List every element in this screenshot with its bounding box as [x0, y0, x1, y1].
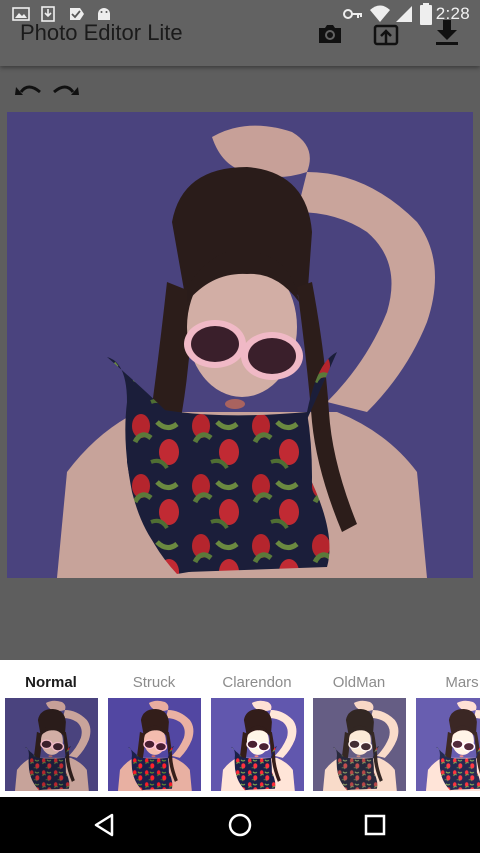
- filter-thumbnail: [211, 698, 304, 791]
- vpn-key-icon: [343, 9, 362, 19]
- image-icon: [12, 7, 30, 21]
- battery-icon: [420, 3, 432, 25]
- status-time: 2:28: [435, 4, 470, 23]
- signal-icon: [396, 6, 412, 22]
- filter-clarendon[interactable]: Clarendon: [207, 660, 307, 797]
- check-notification-icon: [70, 8, 84, 20]
- wifi-icon: [370, 5, 390, 22]
- filter-thumbnail: [313, 698, 406, 791]
- filter-thumbnail: [416, 698, 480, 791]
- status-bar: 2:28: [0, 0, 480, 28]
- photo-canvas[interactable]: [7, 112, 473, 578]
- navigation-bar: [0, 797, 480, 853]
- filter-label: Clarendon: [222, 674, 292, 691]
- filter-struck[interactable]: Struck: [104, 660, 204, 797]
- filter-label: Normal: [25, 674, 77, 691]
- filter-normal[interactable]: Normal: [1, 660, 101, 797]
- filter-mars[interactable]: Mars: [412, 660, 480, 797]
- recents-icon[interactable]: [359, 809, 391, 841]
- undo-icon[interactable]: [14, 78, 44, 100]
- android-icon: [98, 8, 110, 20]
- filter-label: Struck: [132, 674, 176, 691]
- back-icon[interactable]: [89, 809, 121, 841]
- redo-icon[interactable]: [50, 78, 80, 100]
- filter-thumbnail: [108, 698, 201, 791]
- photo-dim-overlay: [7, 112, 473, 578]
- filter-label: OldMan: [332, 674, 386, 691]
- filter-thumbnail: [5, 698, 98, 791]
- filter-oldman[interactable]: OldMan: [309, 660, 409, 797]
- download-notification-icon: [41, 6, 55, 22]
- filter-strip[interactable]: Normal Struck Clarendon OldMan Mars: [0, 660, 480, 797]
- home-icon[interactable]: [224, 809, 256, 841]
- filter-label: Mars: [445, 674, 479, 691]
